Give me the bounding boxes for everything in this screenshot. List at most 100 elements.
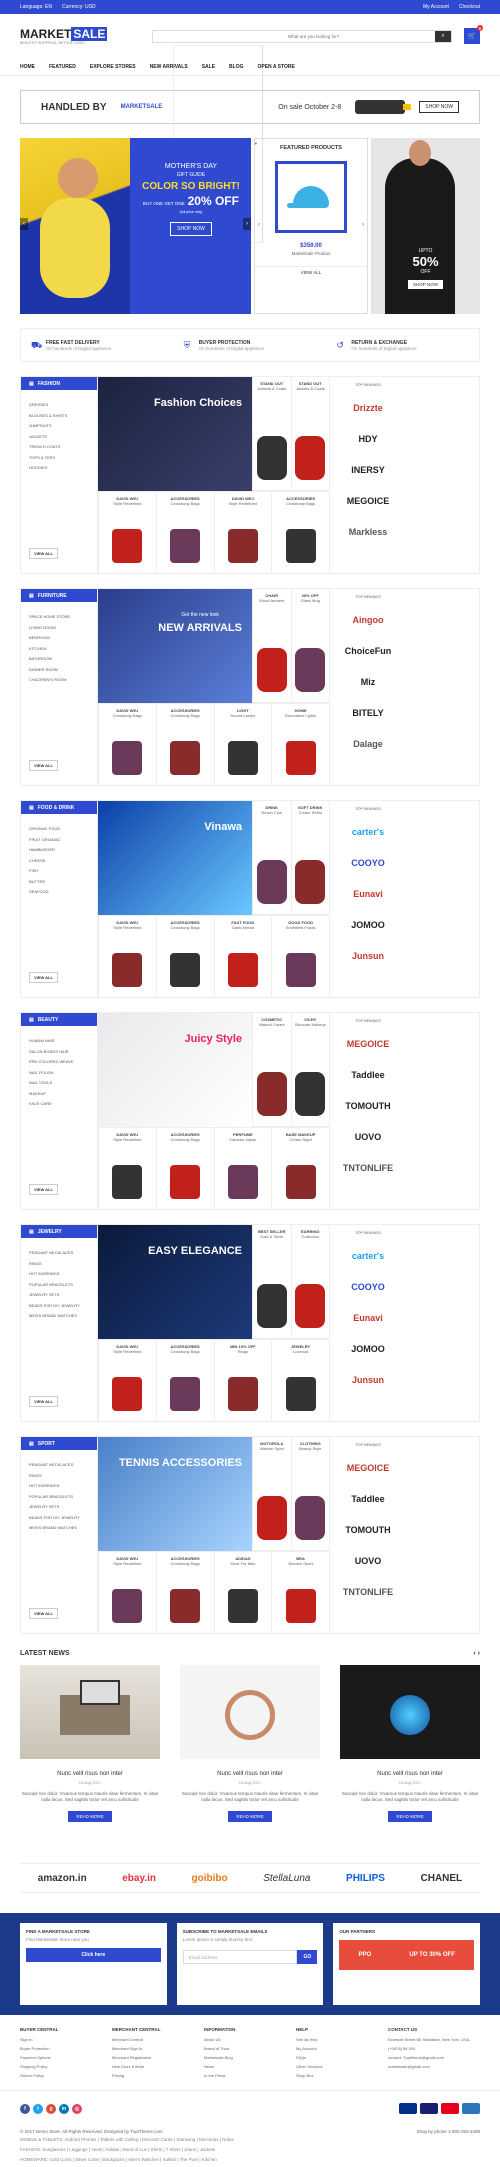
brand-logo[interactable]: Taddlee	[330, 1483, 406, 1514]
product-cell[interactable]: LIGHT Round Lamps	[213, 704, 272, 785]
brand-logo[interactable]: carter's	[330, 816, 406, 847]
brand-logo[interactable]: JOMOO	[330, 1333, 406, 1364]
product-cell[interactable]: 20% OFF Glass Mug	[290, 589, 329, 703]
product-cell[interactable]: ACCESSORIES Crossbody Bags	[155, 1340, 214, 1421]
brand-logo[interactable]: COOYO	[330, 1271, 406, 1302]
category-link[interactable]: ORGANIC FOOD	[29, 826, 97, 837]
nav-home[interactable]: HOME	[20, 64, 35, 70]
product-cell[interactable]: MIN 15% OFF Rings	[213, 1340, 272, 1421]
category-banner[interactable]: Vinawa	[98, 801, 252, 915]
category-link[interactable]: FACE CARE	[29, 1101, 97, 1112]
category-header[interactable]: ▤ FURNITURE	[21, 589, 97, 602]
category-link[interactable]: CHILDREN'S ROOM	[29, 677, 97, 688]
category-link[interactable]: PENDANT NECKLACES	[29, 1462, 97, 1473]
footer-link[interactable]: My Account	[296, 2046, 388, 2055]
category-link[interactable]: BEADS FOR DIY JEWELRY	[29, 1515, 97, 1526]
brand-logo[interactable]: MEGOICE	[330, 1452, 406, 1483]
category-link[interactable]: JUMPSUITS	[29, 423, 97, 434]
news-image-bracelet[interactable]	[180, 1665, 320, 1759]
product-cell[interactable]: BASE MAKEUP Cream Night	[271, 1128, 329, 1209]
brand-logo[interactable]: HDY	[330, 423, 406, 454]
product-cell[interactable]: SOFT DRINK Cream Refris	[290, 801, 329, 915]
footer-link[interactable]: Merchant Central	[112, 2037, 204, 2046]
category-link[interactable]: NAIL TOOLS	[29, 1080, 97, 1091]
twitter-icon[interactable]: t	[33, 2103, 43, 2114]
category-link[interactable]: BATHROOM	[29, 656, 97, 667]
footer-link[interactable]: Merchant Registration	[112, 2055, 204, 2064]
category-link[interactable]: BLOUSES & SHIRTS	[29, 413, 97, 424]
checkout-link[interactable]: Checkout	[459, 4, 480, 10]
product-cell[interactable]: DAVID WEJ Style Redefined	[98, 1128, 156, 1209]
footer-link[interactable]: About Us	[204, 2037, 296, 2046]
category-header[interactable]: ▤ JEWELRY	[21, 1225, 97, 1238]
brand-logo[interactable]: Eunavi	[330, 1302, 406, 1333]
product-cell[interactable]: DAVID WEJ Style Redefined	[98, 492, 156, 573]
category-link[interactable]: BEADS FOR DIY JEWELRY	[29, 1303, 97, 1314]
category-link[interactable]: SEAFOOD	[29, 889, 97, 900]
product-cell[interactable]: ACCESSORIES Crossbody Bags	[271, 492, 329, 573]
view-all-button[interactable]: VIEW ALL	[29, 1396, 58, 1407]
category-link[interactable]: MEN'S BRAND WATCHES	[29, 1313, 97, 1324]
brand-logo[interactable]: Markless	[330, 516, 406, 547]
view-all-button[interactable]: VIEW ALL	[29, 1608, 58, 1619]
category-banner[interactable]: Get the new look NEW ARRIVALS	[98, 589, 252, 703]
links-fashion[interactable]: FASHION: Sunglasses | Leggings | Vests |…	[20, 2147, 480, 2157]
category-link[interactable]: MEN'S BRAND WATCHES	[29, 1525, 97, 1536]
product-cell[interactable]: ACCESSORIES Crossbody Bags	[155, 1552, 214, 1633]
product-cell[interactable]: BEST SELLER Gold & Silver	[252, 1225, 291, 1339]
footer-link[interactable]: In the Press	[204, 2073, 296, 2082]
footer-link[interactable]: Buyer Protection	[20, 2046, 112, 2055]
brand-logo[interactable]: Dalage	[330, 728, 406, 759]
brand-logo[interactable]: Junsun	[330, 940, 406, 971]
category-link[interactable]: FISH	[29, 868, 97, 879]
category-link[interactable]: HUMAN HAIR	[29, 1038, 97, 1049]
category-link[interactable]: TRENCH COATS	[29, 444, 97, 455]
featured-prev-icon[interactable]: ‹	[255, 219, 263, 231]
read-more-button[interactable]: READ MORE	[68, 1811, 112, 1822]
featured-name[interactable]: Marketsale Product	[255, 251, 367, 256]
product-cell[interactable]: STAND OUT Jackets & Coats	[290, 377, 329, 491]
category-banner[interactable]: Juicy Style	[98, 1013, 252, 1127]
news-image-desk[interactable]	[20, 1665, 160, 1759]
footer-link[interactable]: Marketsale Blog	[204, 2055, 296, 2064]
brand-logo[interactable]: COOYO	[330, 847, 406, 878]
brand-logo[interactable]: JOMOO	[330, 909, 406, 940]
read-more-button[interactable]: READ MORE	[228, 1811, 272, 1822]
news-nav[interactable]: ‹ ›	[473, 1650, 480, 1657]
category-link[interactable]: RINGS	[29, 1473, 97, 1484]
product-cell[interactable]: ACCESSORIES Crossbody Bags	[155, 704, 214, 785]
promo-shop-button[interactable]: SHOP NOW	[419, 101, 459, 113]
instagram-icon[interactable]: ◎	[72, 2103, 82, 2114]
product-cell[interactable]: JEWELRY Locenza	[271, 1340, 329, 1421]
currency-select[interactable]: Currency: USD	[62, 4, 96, 10]
partner-amazon[interactable]: amazon.in	[38, 1873, 87, 1884]
footer-link[interactable]: Return Policy	[20, 2073, 112, 2082]
nav-new-arrivals[interactable]: NEW ARRIVALS	[150, 64, 188, 70]
product-cell[interactable]: ACCESSORIES Crossbody Bags	[155, 1128, 214, 1209]
category-link[interactable]: CHEESE	[29, 858, 97, 869]
category-banner[interactable]: TENNIS ACCESSORIES	[98, 1437, 252, 1551]
category-link[interactable]: NAIL POLISH	[29, 1070, 97, 1081]
category-banner[interactable]: Fashion Choices	[98, 377, 252, 491]
footer-link[interactable]: Example Street 68, Mahattan, New York, U…	[388, 2037, 480, 2046]
account-link[interactable]: My Account	[423, 4, 449, 10]
category-link[interactable]: JEWELRY SETS	[29, 1504, 97, 1515]
category-link[interactable]: HOT EARRINGS	[29, 1483, 97, 1494]
product-cell[interactable]: DAVID WEJ Style Redefined	[213, 492, 272, 573]
view-all-button[interactable]: VIEW ALL	[29, 1184, 58, 1195]
category-link[interactable]: HOT EARRINGS	[29, 1271, 97, 1282]
brand-logo[interactable]: Taddlee	[330, 1059, 406, 1090]
news-title[interactable]: Nunc velit risus non inter	[340, 1771, 480, 1777]
category-link[interactable]: DINNER ROOM	[29, 667, 97, 678]
category-link[interactable]: PRE-COLORED WEAVE	[29, 1059, 97, 1070]
category-link[interactable]: DRESSES	[29, 402, 97, 413]
category-link[interactable]: TOPS & TEES	[29, 455, 97, 466]
product-cell[interactable]: DRINK Brown Cool	[252, 801, 291, 915]
brand-logo[interactable]: TOMOUTH	[330, 1090, 406, 1121]
brand-logo[interactable]: BITELY	[330, 697, 406, 728]
product-cell[interactable]: ACCESSORIES Crossbody Bags	[155, 916, 214, 997]
nav-sale[interactable]: SALE	[202, 64, 215, 70]
read-more-button[interactable]: READ MORE	[388, 1811, 432, 1822]
facebook-icon[interactable]: f	[20, 2103, 30, 2114]
category-link[interactable]: BUTTER	[29, 879, 97, 890]
